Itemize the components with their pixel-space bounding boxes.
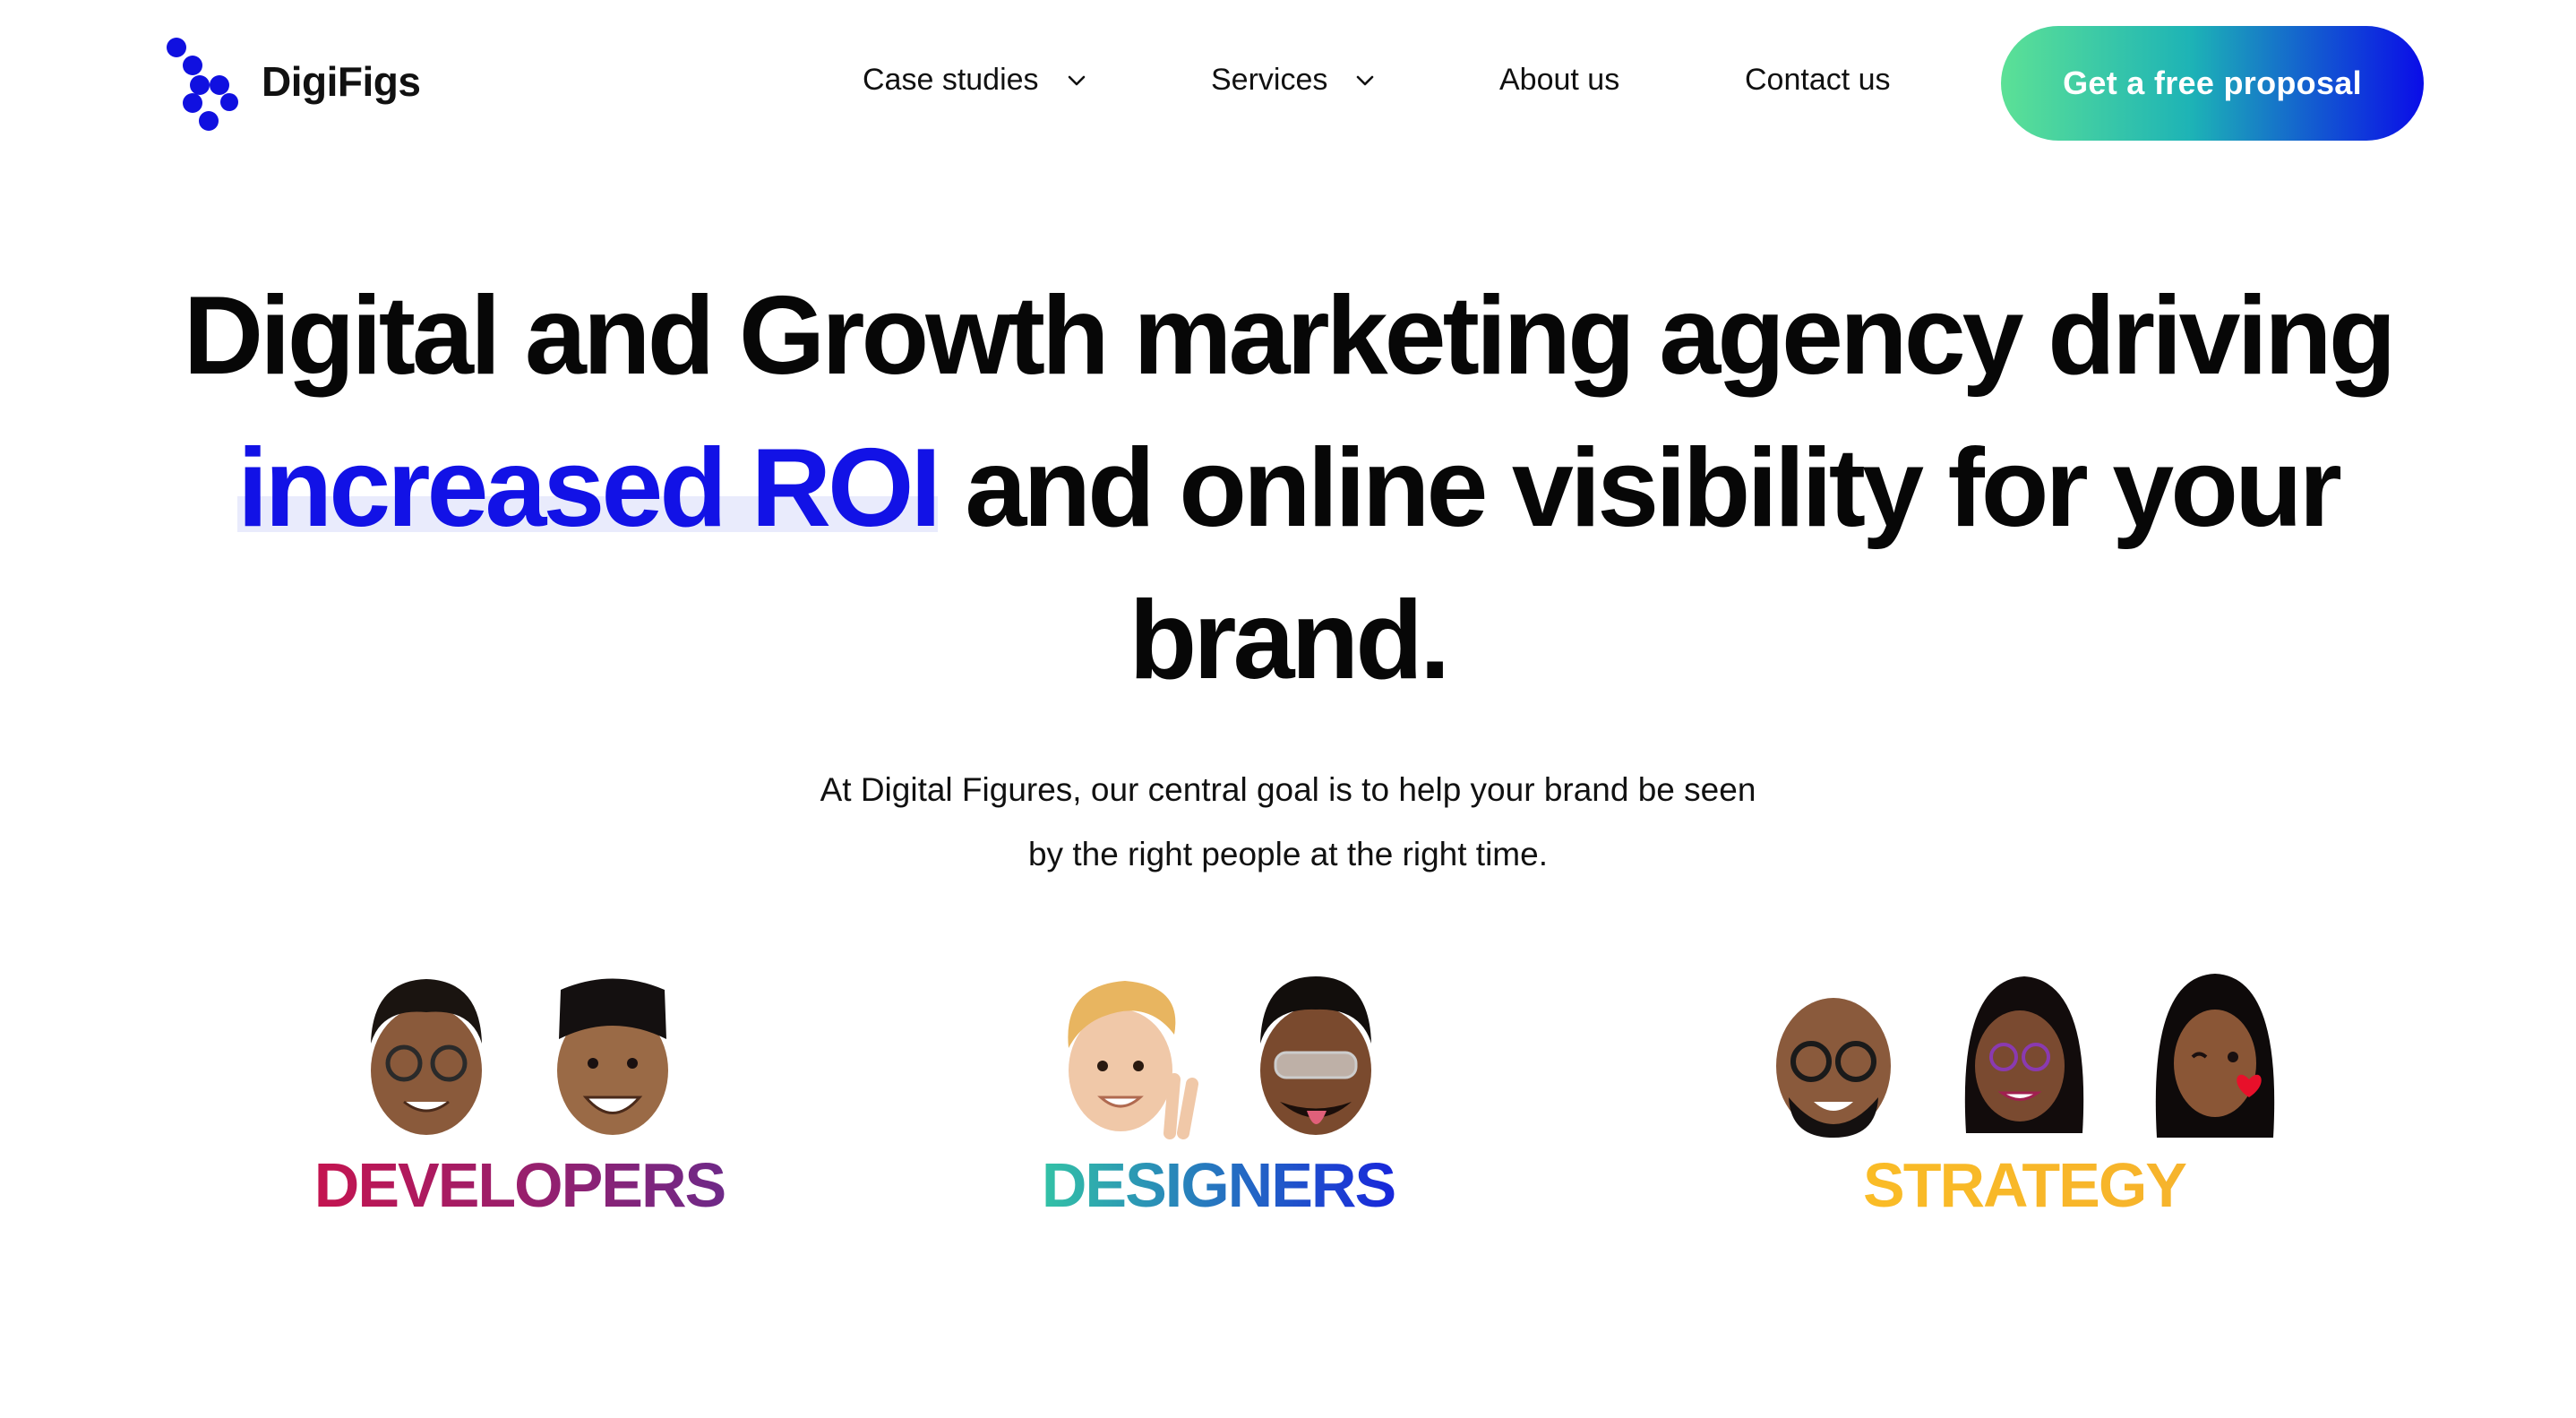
team-designers-label: DESIGNERS bbox=[1003, 1149, 1433, 1221]
chevron-down-icon bbox=[1068, 75, 1085, 85]
avatar-strategy-2 bbox=[1964, 976, 2084, 1133]
hero-line-2: increased ROI and online visibility for … bbox=[0, 412, 2576, 564]
nav-about-us-label: About us bbox=[1499, 63, 1620, 97]
nav-services[interactable]: Services bbox=[1211, 63, 1376, 98]
hero-subtitle: At Digital Figures, our central goal is … bbox=[0, 758, 2576, 887]
brand-name: DigiFigs bbox=[262, 58, 421, 105]
team-designers: DESIGNERS bbox=[1003, 963, 1433, 1221]
nav-case-studies[interactable]: Case studies bbox=[863, 63, 1087, 98]
hero-accent-text: increased ROI bbox=[237, 426, 941, 550]
team-strategy-label: STRATEGY bbox=[1738, 1149, 2311, 1221]
avatar-strategy-1 bbox=[1776, 998, 1891, 1138]
hero-headline: Digital and Growth marketing agency driv… bbox=[0, 260, 2576, 717]
hero-subtitle-line-1: At Digital Figures, our central goal is … bbox=[820, 771, 1756, 808]
nav-contact-us[interactable]: Contact us bbox=[1745, 63, 1891, 98]
nav-contact-us-label: Contact us bbox=[1745, 63, 1891, 97]
team-strategy: STRATEGY bbox=[1738, 963, 2311, 1221]
avatar-designer-1 bbox=[1068, 981, 1198, 1139]
hero-line-3: brand. bbox=[1129, 579, 1451, 702]
team-designers-avatars bbox=[1003, 963, 1433, 1142]
top-nav: DigiFigs Case studies Services About us … bbox=[0, 0, 2576, 170]
avatar-developer-1 bbox=[371, 979, 482, 1135]
team-strategy-avatars bbox=[1738, 963, 2311, 1142]
nav-about-us[interactable]: About us bbox=[1499, 63, 1619, 98]
avatar-strategy-3 bbox=[2155, 974, 2275, 1138]
hero-subtitle-line-2: by the right people at the right time. bbox=[1027, 836, 1548, 872]
chevron-down-icon bbox=[1357, 75, 1374, 85]
team-developers-label: DEVELOPERS bbox=[296, 1149, 743, 1221]
nav-case-studies-label: Case studies bbox=[863, 63, 1039, 97]
brand-logo[interactable]: DigiFigs bbox=[167, 34, 421, 131]
avatar-designer-2 bbox=[1260, 976, 1371, 1135]
team-developers-avatars bbox=[296, 963, 743, 1142]
hero-line-1: Digital and Growth marketing agency driv… bbox=[183, 274, 2397, 398]
get-free-proposal-button[interactable]: Get a free proposal bbox=[2001, 26, 2424, 141]
nav-services-label: Services bbox=[1211, 63, 1328, 97]
hero-line-2-rest: and online visibility for your bbox=[937, 426, 2342, 550]
logo-dots-icon bbox=[167, 34, 245, 131]
team-developers: DEVELOPERS bbox=[296, 963, 743, 1221]
avatar-developer-2 bbox=[557, 978, 668, 1135]
